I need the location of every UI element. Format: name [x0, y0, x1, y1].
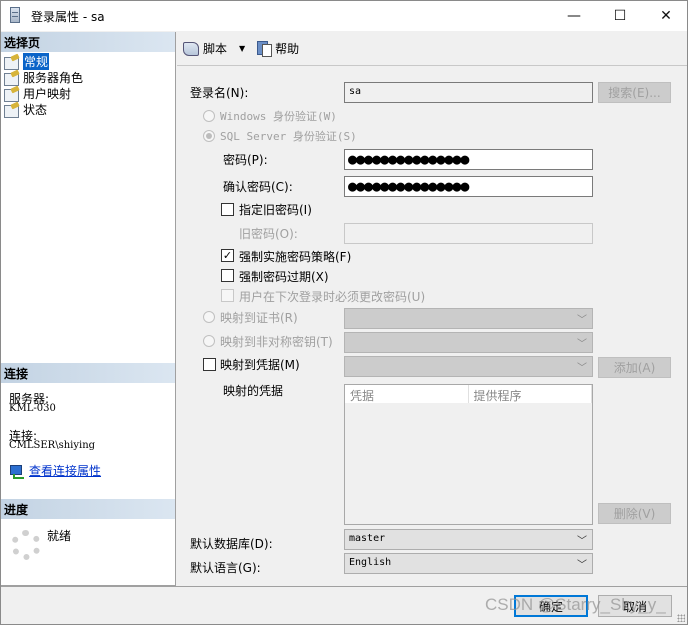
help-button[interactable]: 帮助 — [275, 40, 299, 57]
page-label: 用户映射 — [23, 86, 72, 101]
help-icon[interactable] — [257, 41, 273, 57]
view-connection-properties-link[interactable]: 查看连接属性 — [9, 462, 101, 479]
column-header-credential[interactable]: 凭据 — [345, 385, 469, 403]
must-change-password-checkbox[interactable] — [221, 289, 234, 302]
page-item-general[interactable]: 常规 — [4, 52, 50, 70]
page-icon — [4, 87, 20, 102]
cancel-button[interactable]: 取消 — [598, 595, 672, 617]
map-asymmetric-key-radio[interactable] — [203, 335, 215, 347]
page-label: 状态 — [23, 102, 48, 117]
left-panel: 选择页 常规 服务器角色 用户映射 状态 连接 服务器: KML-030 连接:… — [1, 32, 176, 586]
grid-header: 凭据 提供程序 — [345, 385, 592, 403]
enforce-password-expiration-checkbox[interactable] — [221, 269, 234, 282]
link-label: 查看连接属性 — [29, 464, 102, 478]
default-database-select[interactable]: master ﹀ — [344, 529, 593, 550]
page-icon — [4, 55, 20, 70]
script-dropdown-arrow-icon[interactable]: ▼ — [239, 44, 245, 53]
password-input[interactable]: ●●●●●●●●●●●●●●● — [344, 149, 593, 170]
script-icon[interactable] — [183, 41, 199, 56]
specify-old-password-label: 指定旧密码(I) — [239, 203, 312, 217]
password-label: 密码(P): — [223, 153, 268, 167]
connection-value: CMLSER\shiying — [9, 440, 96, 451]
default-language-select[interactable]: English ﹀ — [344, 553, 593, 574]
credential-select[interactable]: ﹀ — [344, 356, 593, 377]
close-button[interactable]: ✕ — [643, 1, 688, 31]
page-item-user-mapping[interactable]: 用户映射 — [4, 85, 72, 102]
minimize-button[interactable]: — — [551, 1, 597, 31]
map-certificate-label: 映射到证书(R) — [220, 311, 298, 325]
enforce-password-policy-checkbox[interactable]: ✓ — [221, 249, 234, 262]
script-button[interactable]: 脚本 — [203, 40, 227, 57]
login-properties-dialog: 登录属性 - sa — ☐ ✕ 选择页 常规 服务器角色 用户映射 状态 连接 … — [0, 0, 688, 625]
sql-auth-radio[interactable] — [203, 130, 215, 142]
maximize-button[interactable]: ☐ — [597, 1, 643, 31]
default-database-value: master — [349, 533, 386, 544]
general-page: 登录名(N): sa 搜索(E)... Windows 身份验证(W) SQL … — [177, 67, 687, 586]
search-button[interactable]: 搜索(E)... — [598, 82, 671, 103]
default-database-label: 默认数据库(D): — [190, 537, 273, 551]
default-language-value: English — [349, 557, 392, 568]
database-icon — [10, 7, 20, 23]
enforce-password-expiration-label: 强制密码过期(X) — [239, 270, 329, 284]
confirm-password-input[interactable]: ●●●●●●●●●●●●●●● — [344, 176, 593, 197]
ok-button[interactable]: 确定 — [514, 595, 588, 617]
resize-grip-icon[interactable] — [677, 614, 685, 622]
map-certificate-radio[interactable] — [203, 311, 215, 323]
login-name-label: 登录名(N): — [190, 86, 249, 100]
chevron-down-icon: ﹀ — [577, 339, 587, 350]
map-credential-checkbox[interactable] — [203, 358, 216, 371]
windows-auth-radio[interactable] — [203, 110, 215, 122]
page-item-status[interactable]: 状态 — [4, 101, 48, 118]
chevron-down-icon: ﹀ — [577, 536, 587, 547]
connection-properties-icon — [9, 464, 25, 479]
select-page-header: 选择页 — [1, 32, 175, 52]
connection-header: 连接 — [1, 363, 175, 383]
page-label: 服务器角色 — [23, 70, 84, 85]
login-name-input[interactable]: sa — [344, 82, 593, 103]
specify-old-password-checkbox[interactable] — [221, 203, 234, 216]
page-label: 常规 — [23, 52, 50, 70]
chevron-down-icon: ﹀ — [577, 315, 587, 326]
footer-separator — [1, 586, 687, 587]
old-password-input[interactable] — [344, 223, 593, 244]
certificate-select[interactable]: ﹀ — [344, 308, 593, 329]
confirm-password-label: 确认密码(C): — [223, 180, 293, 194]
chevron-down-icon: ﹀ — [577, 363, 587, 374]
chevron-down-icon: ﹀ — [577, 560, 587, 571]
page-icon — [4, 71, 20, 86]
progress-header: 进度 — [1, 499, 175, 519]
progress-status: 就绪 — [47, 529, 72, 543]
page-icon — [4, 103, 20, 118]
windows-auth-label: Windows 身份验证(W) — [220, 110, 337, 123]
add-credential-button[interactable]: 添加(A) — [598, 357, 671, 378]
column-header-provider[interactable]: 提供程序 — [469, 385, 592, 403]
mapped-credentials-grid[interactable]: 凭据 提供程序 — [344, 384, 593, 525]
must-change-password-label: 用户在下次登录时必须更改密码(U) — [239, 290, 426, 304]
enforce-password-policy-label: 强制实施密码策略(F) — [239, 250, 352, 264]
map-credential-label: 映射到凭据(M) — [220, 358, 300, 372]
server-value: KML-030 — [9, 403, 56, 414]
window-title: 登录属性 - sa — [31, 10, 105, 24]
remove-credential-button[interactable]: 删除(V) — [598, 503, 671, 524]
default-language-label: 默认语言(G): — [190, 561, 261, 575]
title-bar: 登录属性 - sa — ☐ ✕ — [1, 1, 687, 31]
progress-spinner-icon — [11, 530, 41, 560]
map-asymmetric-key-label: 映射到非对称密钥(T) — [220, 335, 333, 349]
old-password-label: 旧密码(O): — [239, 227, 298, 241]
mapped-credentials-label: 映射的凭据 — [223, 384, 284, 398]
page-item-server-roles[interactable]: 服务器角色 — [4, 69, 84, 86]
toolbar: 脚本 ▼ 帮助 — [177, 32, 687, 66]
sql-auth-label: SQL Server 身份验证(S) — [220, 130, 357, 143]
asymmetric-key-select[interactable]: ﹀ — [344, 332, 593, 353]
